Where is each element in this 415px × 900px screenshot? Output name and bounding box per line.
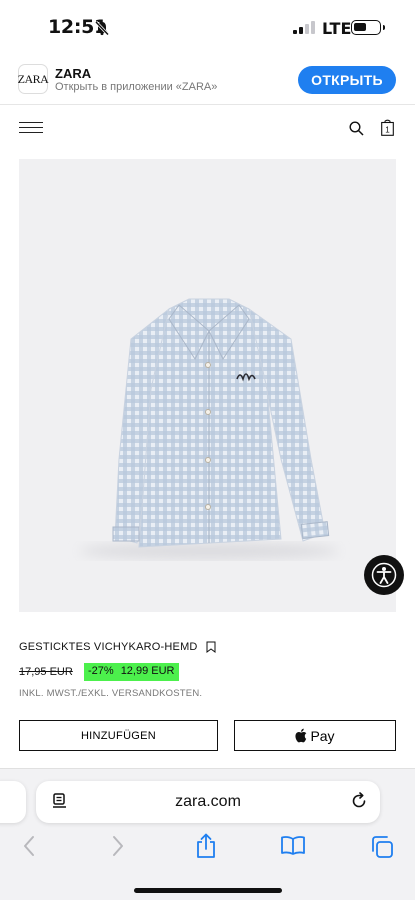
status-bar: 12:51 LTE (0, 0, 415, 56)
app-banner: ZARA ZARA Открыть в приложении «ZARA» ОТ… (0, 56, 415, 104)
shirt-illustration (79, 298, 339, 559)
url-text[interactable]: zara.com (36, 793, 380, 811)
bookmark-icon[interactable] (206, 641, 216, 653)
muted-bell-icon (94, 20, 110, 36)
accessibility-button[interactable] (364, 555, 404, 595)
product-title: GESTICKTES VICHYKARO-HEMD (19, 641, 198, 653)
app-logo: ZARA (18, 64, 49, 94)
apple-icon (295, 728, 307, 743)
discount-percent: -27% (88, 665, 114, 677)
old-price: 17,95 EUR (19, 666, 73, 678)
reload-icon[interactable] (350, 792, 368, 810)
address-bar[interactable]: zara.com (36, 781, 380, 823)
bookmarks-icon[interactable] (280, 836, 306, 856)
battery-icon (351, 20, 385, 35)
browser-toolbar: zara.com (0, 768, 415, 900)
open-app-button[interactable]: ОТКРЫТЬ (298, 66, 396, 94)
tax-note: INKL. MWST./EXKL. VERSANDKOSTEN. (19, 688, 203, 699)
back-icon[interactable] (22, 835, 36, 857)
forward-icon[interactable] (111, 835, 125, 857)
network-label: LTE (322, 19, 352, 38)
home-indicator[interactable] (134, 888, 282, 893)
product-image[interactable] (19, 159, 396, 612)
add-to-cart-button[interactable]: HINZUFÜGEN (19, 720, 218, 751)
previous-tab[interactable] (0, 781, 26, 823)
share-icon[interactable] (194, 833, 218, 859)
app-subtitle: Открыть в приложении «ZARA» (55, 81, 218, 93)
signal-icon (293, 21, 315, 34)
divider (0, 104, 415, 105)
accessibility-icon (371, 562, 397, 588)
new-price: 12,99 EUR (120, 665, 175, 677)
search-icon[interactable] (349, 121, 364, 136)
apple-pay-button[interactable]: Pay (234, 720, 396, 751)
tabs-icon[interactable] (370, 835, 394, 859)
bag-count: 1 (385, 126, 390, 135)
shopping-bag-icon[interactable]: 1 (381, 119, 394, 136)
app-name: ZARA (55, 66, 92, 81)
apple-pay-label: Pay (310, 727, 335, 744)
discount-tag: -27% 12,99 EUR (84, 663, 179, 681)
menu-icon[interactable] (19, 122, 43, 134)
